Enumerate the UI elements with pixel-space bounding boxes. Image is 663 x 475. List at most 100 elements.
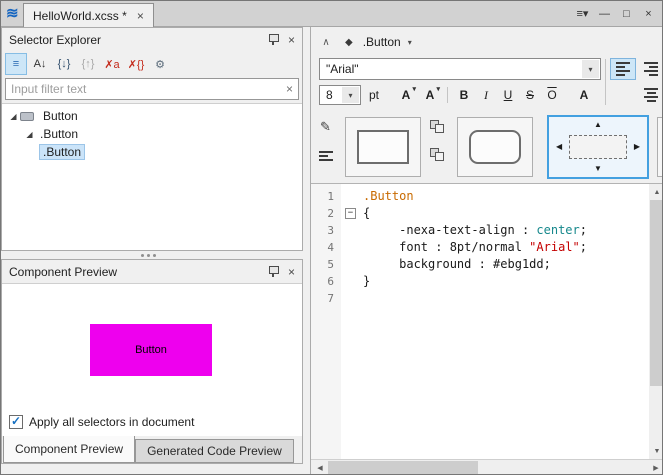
- scroll-up-icon[interactable]: ∧: [317, 33, 335, 51]
- scrollbar-up-icon[interactable]: ▲: [649, 184, 663, 200]
- shrink-font-button[interactable]: A ▾: [419, 85, 441, 105]
- tree-item-label[interactable]: .Button: [39, 144, 85, 160]
- tree-item[interactable]: ◢ Button: [2, 107, 302, 125]
- format-toolbar: A ▾ A ▾ BIUSOA: [395, 85, 594, 105]
- style-preset-partial[interactable]: ◀: [657, 117, 663, 177]
- close-button[interactable]: ×: [639, 5, 658, 22]
- code-line[interactable]: -nexa-text-align : center;: [341, 222, 649, 239]
- selector-dropdown[interactable]: .Button ▾: [363, 35, 412, 49]
- style-editor-pane: ∧ ◆ .Button ▾ "Arial" ▾ 8 ▾ pt: [310, 27, 663, 475]
- line-number-gutter: 1234567: [311, 184, 341, 459]
- tab-component-preview[interactable]: Component Preview: [3, 436, 135, 463]
- align-right-button[interactable]: [638, 58, 663, 80]
- underline-button[interactable]: U: [498, 85, 518, 105]
- edit-pen-icon[interactable]: ✎: [320, 119, 331, 135]
- pin-icon[interactable]: [268, 33, 279, 46]
- minimize-button[interactable]: —: [595, 5, 614, 22]
- bring-forward-icon[interactable]: [430, 120, 446, 134]
- filter-input[interactable]: [5, 78, 299, 100]
- arrow-left-icon: ◀: [556, 143, 562, 151]
- preview-tab-strip: Component Preview Generated Code Preview: [2, 436, 302, 463]
- clear-filter-icon[interactable]: ×: [286, 82, 293, 96]
- font-size-value: 8: [326, 88, 333, 102]
- delete-selector-icon[interactable]: ✗a: [101, 53, 123, 75]
- code-line[interactable]: }: [341, 273, 649, 290]
- window-menu-icon[interactable]: ≡▾: [573, 5, 592, 22]
- dashed-rectangle-shape: [569, 135, 627, 159]
- line-number: 5: [311, 256, 341, 273]
- fold-collapse-icon[interactable]: −: [345, 208, 356, 219]
- style-preset-rectangle[interactable]: [345, 117, 421, 177]
- collapse-rules-icon: {↑}: [82, 58, 95, 70]
- send-backward-icon[interactable]: [430, 148, 446, 162]
- code-token: -nexa-text-align :: [363, 223, 536, 237]
- tree-item[interactable]: ◢.Button: [2, 125, 302, 143]
- style-preset-stretch-selected[interactable]: ▲ ▼ ◀ ▶: [547, 115, 649, 179]
- scrollbar-left-icon[interactable]: ◀: [312, 460, 328, 475]
- align-center-button[interactable]: [638, 84, 663, 106]
- close-panel-icon[interactable]: ×: [288, 266, 295, 278]
- scrollbar-thumb[interactable]: [328, 461, 478, 475]
- font-family-combobox[interactable]: "Arial" ▾: [319, 58, 601, 80]
- pin-icon[interactable]: [268, 265, 279, 278]
- align-left-button[interactable]: [610, 58, 636, 80]
- style-rules-icon[interactable]: ≡: [5, 53, 27, 75]
- tree-expander-icon[interactable]: ◢: [7, 112, 20, 121]
- apply-selectors-checkbox[interactable]: ✓: [9, 415, 23, 429]
- scrollbar-down-icon[interactable]: ▼: [649, 443, 663, 459]
- tab-close-icon[interactable]: ×: [137, 10, 144, 22]
- maximize-button[interactable]: □: [617, 5, 636, 22]
- font-size-combobox[interactable]: 8 ▾: [319, 85, 361, 105]
- vertical-scrollbar[interactable]: ▲ ▼: [649, 183, 663, 459]
- style-preset-rounded[interactable]: [457, 117, 533, 177]
- close-panel-icon[interactable]: ×: [288, 34, 295, 46]
- code-token: background : #ebg1dd;: [363, 257, 551, 271]
- panel-title: Component Preview: [9, 265, 259, 279]
- text-lines-icon[interactable]: [319, 151, 333, 161]
- code-line[interactable]: background : #ebg1dd;: [341, 256, 649, 273]
- tree-item-label[interactable]: Button: [39, 108, 82, 124]
- tab-generated-code-preview[interactable]: Generated Code Preview: [135, 439, 294, 463]
- selector-tree: ◢Button◢.Button.Button: [2, 103, 302, 250]
- grow-font-label: A: [402, 88, 411, 102]
- scrollbar-thumb[interactable]: [650, 200, 663, 386]
- selector-kind-icon: ◆: [345, 37, 353, 48]
- settings-gear-icon[interactable]: ⚙: [149, 53, 171, 75]
- code-line[interactable]: [341, 290, 649, 307]
- overline-button[interactable]: O: [542, 85, 562, 105]
- up-triangle-icon: ▾: [412, 85, 416, 93]
- collapse-rules-icon[interactable]: {↑}: [77, 53, 99, 75]
- chevron-down-icon[interactable]: ▾: [582, 60, 599, 78]
- tree-expander-icon[interactable]: ◢: [23, 130, 36, 139]
- sort-alpha-icon[interactable]: A↓: [29, 53, 51, 75]
- code-line[interactable]: .Button: [341, 188, 649, 205]
- scrollbar-right-icon[interactable]: ▶: [648, 460, 663, 475]
- strikethrough-button[interactable]: S: [520, 85, 540, 105]
- delete-selector-icon: ✗a: [104, 58, 119, 71]
- component-preview-canvas: Button ✓ Apply all selectors in document: [2, 283, 302, 436]
- bold-button[interactable]: B: [454, 85, 474, 105]
- preview-button[interactable]: Button: [90, 324, 212, 376]
- horizontal-splitter[interactable]: [1, 251, 303, 259]
- separator: [605, 59, 606, 105]
- code-text[interactable]: .Button−{ -nexa-text-align : center; fon…: [341, 184, 649, 459]
- font-color-button[interactable]: A: [574, 85, 594, 105]
- line-number: 3: [311, 222, 341, 239]
- component-icon: [20, 112, 34, 121]
- document-tab[interactable]: HelloWorld.xcss * ×: [23, 3, 154, 27]
- chevron-down-icon[interactable]: ▾: [342, 87, 359, 103]
- app-logo-icon: ≋: [6, 4, 19, 22]
- vertical-splitter[interactable]: [303, 27, 310, 475]
- code-token: ;: [580, 240, 587, 254]
- code-editor[interactable]: 1234567 .Button−{ -nexa-text-align : cen…: [311, 183, 649, 459]
- code-line[interactable]: −{: [341, 205, 649, 222]
- italic-button[interactable]: I: [476, 85, 496, 105]
- delete-rule-icon[interactable]: ✗{}: [125, 53, 147, 75]
- tree-item-label[interactable]: .Button: [36, 126, 82, 142]
- code-line[interactable]: font : 8pt/normal "Arial";: [341, 239, 649, 256]
- expand-rules-icon[interactable]: {↓}: [53, 53, 75, 75]
- horizontal-scrollbar[interactable]: ◀ ▶: [311, 459, 663, 475]
- lines-icon: [319, 151, 333, 161]
- grow-font-button[interactable]: A ▾: [395, 85, 417, 105]
- tree-item[interactable]: .Button: [2, 143, 302, 161]
